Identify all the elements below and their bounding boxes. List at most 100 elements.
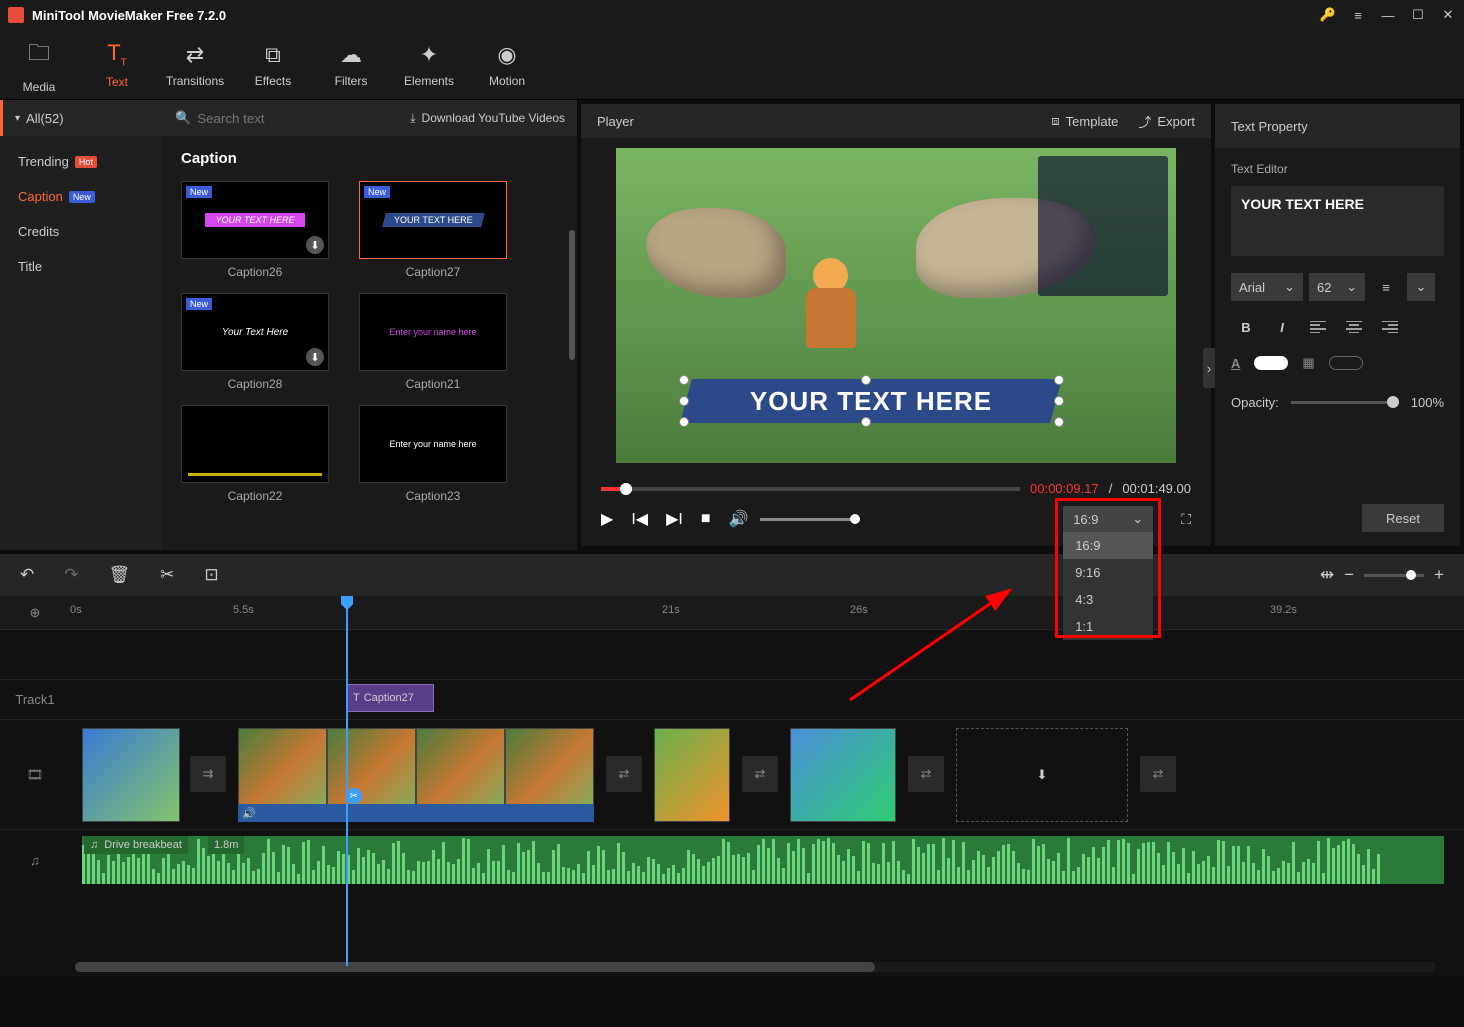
- category-sidebar: ▾All(52) TrendingHot CaptionNew Credits …: [0, 100, 163, 550]
- font-size-select[interactable]: 62⌄: [1309, 273, 1365, 301]
- transition-slot-3[interactable]: ⇄: [742, 756, 778, 792]
- tab-media[interactable]: 🗀Media: [0, 30, 78, 99]
- playhead[interactable]: [346, 596, 348, 966]
- panel-expand-handle[interactable]: ›: [1203, 348, 1215, 388]
- prev-frame-button[interactable]: I◀: [631, 509, 648, 529]
- italic-button[interactable]: I: [1267, 313, 1297, 341]
- zoom-slider[interactable]: [1364, 574, 1424, 577]
- download-icon[interactable]: ⬇: [306, 236, 324, 254]
- volume-button[interactable]: 🔊: [728, 509, 748, 529]
- aspect-option-16-9[interactable]: 16:9: [1063, 532, 1153, 559]
- transition-slot-5[interactable]: ⇄: [1140, 756, 1176, 792]
- volume-slider[interactable]: [760, 518, 860, 521]
- more-text-options[interactable]: ⌄: [1407, 273, 1435, 301]
- caret-icon: ▾: [15, 113, 20, 124]
- browser-scrollbar[interactable]: [569, 230, 575, 360]
- undo-button[interactable]: ↶: [20, 565, 34, 585]
- zoom-in-button[interactable]: +: [1434, 565, 1444, 585]
- tab-elements[interactable]: ✦Elements: [390, 30, 468, 99]
- search-box[interactable]: 🔍: [175, 110, 307, 126]
- preview-canvas[interactable]: YOUR TEXT HERE: [616, 148, 1176, 463]
- template-button[interactable]: ⧈Template: [1051, 112, 1118, 131]
- category-title[interactable]: Title: [0, 249, 163, 284]
- video-clip-3[interactable]: [654, 728, 730, 822]
- thumb-caption21[interactable]: Enter your name here Caption21: [359, 293, 507, 391]
- maximize-button[interactable]: ☐: [1410, 7, 1426, 23]
- next-frame-button[interactable]: ▶I: [666, 509, 683, 529]
- video-clip-2[interactable]: 🔊 ✂: [238, 728, 594, 822]
- align-center-button[interactable]: [1339, 313, 1369, 341]
- tab-motion[interactable]: ◉Motion: [468, 30, 546, 99]
- download-youtube-link[interactable]: ⤓Download YouTube Videos: [410, 111, 565, 126]
- align-left-button[interactable]: [1303, 313, 1333, 341]
- audio-clip-duration: 1.8m: [208, 836, 244, 854]
- clip-volume-icon[interactable]: 🔊: [242, 807, 256, 820]
- timeline-scrollbar[interactable]: [75, 962, 1435, 972]
- timeline: ⊕ 0s 5.5s 21s 26s 39.2s Track1 TCaption2…: [0, 596, 1464, 976]
- category-credits[interactable]: Credits: [0, 214, 163, 249]
- download-icon[interactable]: ⬇: [306, 348, 324, 366]
- align-right-button[interactable]: [1375, 313, 1405, 341]
- stop-button[interactable]: ■: [701, 510, 711, 528]
- chevron-down-icon: ⌄: [1416, 279, 1427, 295]
- menu-icon[interactable]: ≡: [1350, 7, 1366, 23]
- delete-button[interactable]: 🗑: [109, 565, 131, 585]
- video-clip-4[interactable]: [790, 728, 896, 822]
- aspect-option-1-1[interactable]: 1:1: [1063, 613, 1153, 640]
- category-caption[interactable]: CaptionNew: [0, 179, 163, 214]
- add-track-button[interactable]: ⊕: [0, 605, 70, 621]
- tab-filters[interactable]: ☁Filters: [312, 30, 390, 99]
- audio-clip[interactable]: [82, 836, 1444, 884]
- export-button[interactable]: ⤴Export: [1138, 112, 1195, 131]
- aspect-ratio-select[interactable]: 16:9 ⌄ 16:9 9:16 4:3 1:1: [1063, 506, 1153, 532]
- clip-speed-icon[interactable]: ✂: [346, 788, 362, 804]
- transition-slot-1[interactable]: ⇉: [190, 756, 226, 792]
- key-icon[interactable]: 🔑: [1320, 7, 1336, 23]
- minimize-button[interactable]: —: [1380, 7, 1396, 23]
- chevron-down-icon: ⌄: [1346, 279, 1357, 295]
- tab-transitions[interactable]: ⇄Transitions: [156, 30, 234, 99]
- video-placeholder[interactable]: ⬇: [956, 728, 1128, 822]
- opacity-label: Opacity:: [1231, 395, 1279, 410]
- editor-label: Text Editor: [1231, 162, 1444, 176]
- app-icon: [8, 7, 24, 23]
- split-button[interactable]: ✂: [160, 565, 174, 585]
- scrub-bar[interactable]: [601, 487, 1020, 491]
- line-spacing-button[interactable]: ≡: [1371, 273, 1401, 301]
- aspect-option-4-3[interactable]: 4:3: [1063, 586, 1153, 613]
- text-clip-caption27[interactable]: TCaption27: [346, 684, 434, 712]
- fullscreen-button[interactable]: ⛶: [1181, 511, 1191, 528]
- thumb-caption27[interactable]: NewYOUR TEXT HERE Caption27: [359, 181, 507, 279]
- transition-slot-2[interactable]: ⇄: [606, 756, 642, 792]
- font-family-select[interactable]: Arial⌄: [1231, 273, 1303, 301]
- crop-button[interactable]: ⊡: [204, 565, 218, 585]
- stroke-color-swatch[interactable]: [1329, 356, 1363, 370]
- text-overlay[interactable]: YOUR TEXT HERE: [680, 379, 1062, 423]
- aspect-option-9-16[interactable]: 9:16: [1063, 559, 1153, 586]
- bold-button[interactable]: B: [1231, 313, 1261, 341]
- thumb-caption22[interactable]: Caption22: [181, 405, 329, 503]
- zoom-out-button[interactable]: −: [1344, 565, 1354, 585]
- category-trending[interactable]: TrendingHot: [0, 144, 163, 179]
- thumb-caption28[interactable]: NewYour Text Here⬇ Caption28: [181, 293, 329, 391]
- transition-slot-4[interactable]: ⇄: [908, 756, 944, 792]
- category-all[interactable]: ▾All(52): [0, 100, 163, 136]
- player-panel: Player ⧈Template ⤴Export YOUR TEXT HERE: [581, 104, 1211, 546]
- redo-button[interactable]: ↷: [64, 565, 78, 585]
- fill-color-swatch[interactable]: [1254, 356, 1288, 370]
- close-button[interactable]: ✕: [1440, 7, 1456, 23]
- thumb-caption23[interactable]: Enter your name here Caption23: [359, 405, 507, 503]
- fit-button[interactable]: ⇹: [1320, 565, 1334, 585]
- timeline-ruler[interactable]: 0s 5.5s 21s 26s 39.2s: [70, 596, 1464, 629]
- browser-heading: Caption: [163, 136, 577, 173]
- thumb-caption26[interactable]: NewYOUR TEXT HERE⬇ Caption26: [181, 181, 329, 279]
- time-current: 00:00:09.17: [1030, 481, 1099, 496]
- tab-effects[interactable]: ⧉Effects: [234, 30, 312, 99]
- play-button[interactable]: ▶: [601, 509, 613, 529]
- opacity-slider[interactable]: [1291, 401, 1399, 404]
- reset-button[interactable]: Reset: [1362, 504, 1444, 532]
- search-input[interactable]: [197, 111, 307, 126]
- tab-text[interactable]: TTText: [78, 30, 156, 99]
- text-editor-input[interactable]: [1231, 186, 1444, 256]
- video-clip-1[interactable]: [82, 728, 180, 822]
